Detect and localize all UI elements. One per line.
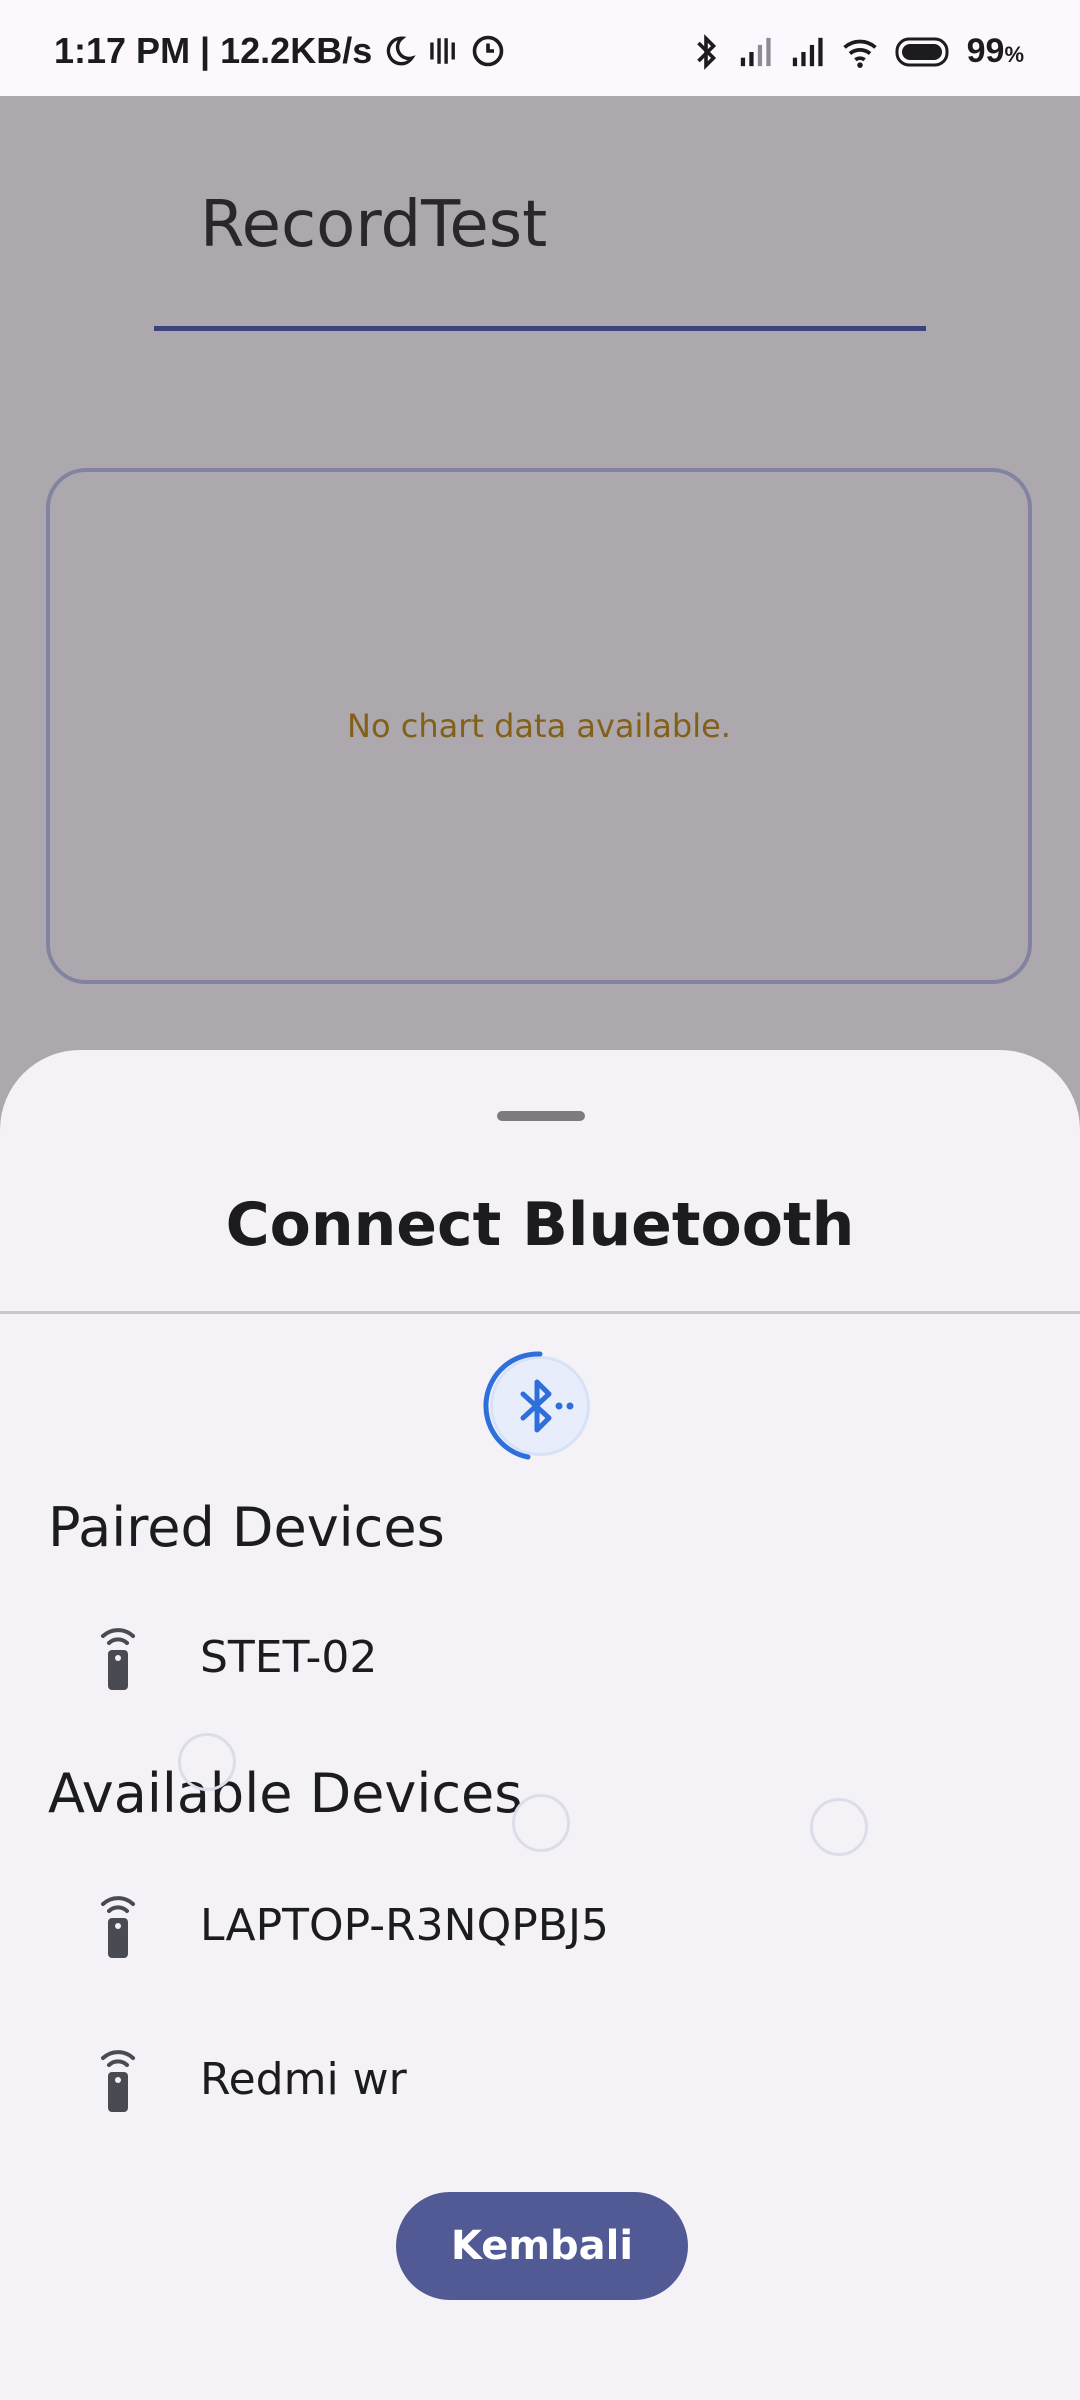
ripple-circle xyxy=(512,1794,570,1852)
device-label: Redmi wr xyxy=(200,2053,407,2105)
status-time-speed: 1:17 PM | 12.2KB/s xyxy=(54,30,373,71)
bluetooth-icon xyxy=(691,33,721,70)
ripple-circle xyxy=(810,1798,868,1856)
status-bar: 1:17 PM | 12.2KB/s 99% xyxy=(0,0,1080,96)
drag-handle[interactable] xyxy=(497,1111,585,1121)
device-label: STET-02 xyxy=(200,1631,378,1683)
moon-icon xyxy=(382,34,416,68)
battery-level: 99% xyxy=(966,32,1024,70)
back-button[interactable]: Kembali xyxy=(396,2192,688,2300)
status-left: 1:17 PM | 12.2KB/s xyxy=(54,30,506,72)
device-label: LAPTOP-R3NQPBJ5 xyxy=(200,1899,609,1951)
divider xyxy=(0,1311,1080,1314)
battery-icon xyxy=(895,36,951,68)
paired-devices-title: Paired Devices xyxy=(48,1496,445,1559)
alarm-icon xyxy=(470,33,506,69)
status-right: 99% xyxy=(691,32,1024,71)
device-item-redmi[interactable]: Redmi wr xyxy=(96,2044,407,2114)
bluetooth-scan-indicator xyxy=(482,1348,598,1464)
available-devices-title: Available Devices xyxy=(48,1762,523,1825)
bluetooth-searching-icon xyxy=(483,1351,574,1460)
signal-icon xyxy=(789,35,825,69)
ripple-circle xyxy=(178,1733,236,1791)
device-remote-icon xyxy=(101,1896,135,1958)
device-remote-icon xyxy=(101,2050,135,2112)
device-item-laptop[interactable]: LAPTOP-R3NQPBJ5 xyxy=(96,1890,609,1960)
sheet-title: Connect Bluetooth xyxy=(225,1190,855,1260)
bluetooth-bottom-sheet: Connect Bluetooth Paired Devices STET-02… xyxy=(0,1050,1080,2400)
wifi-icon xyxy=(841,35,879,69)
device-remote-icon xyxy=(101,1628,135,1690)
signal-icon xyxy=(737,35,773,69)
device-item-stet-02[interactable]: STET-02 xyxy=(96,1622,377,1692)
vibrate-icon xyxy=(426,34,460,68)
